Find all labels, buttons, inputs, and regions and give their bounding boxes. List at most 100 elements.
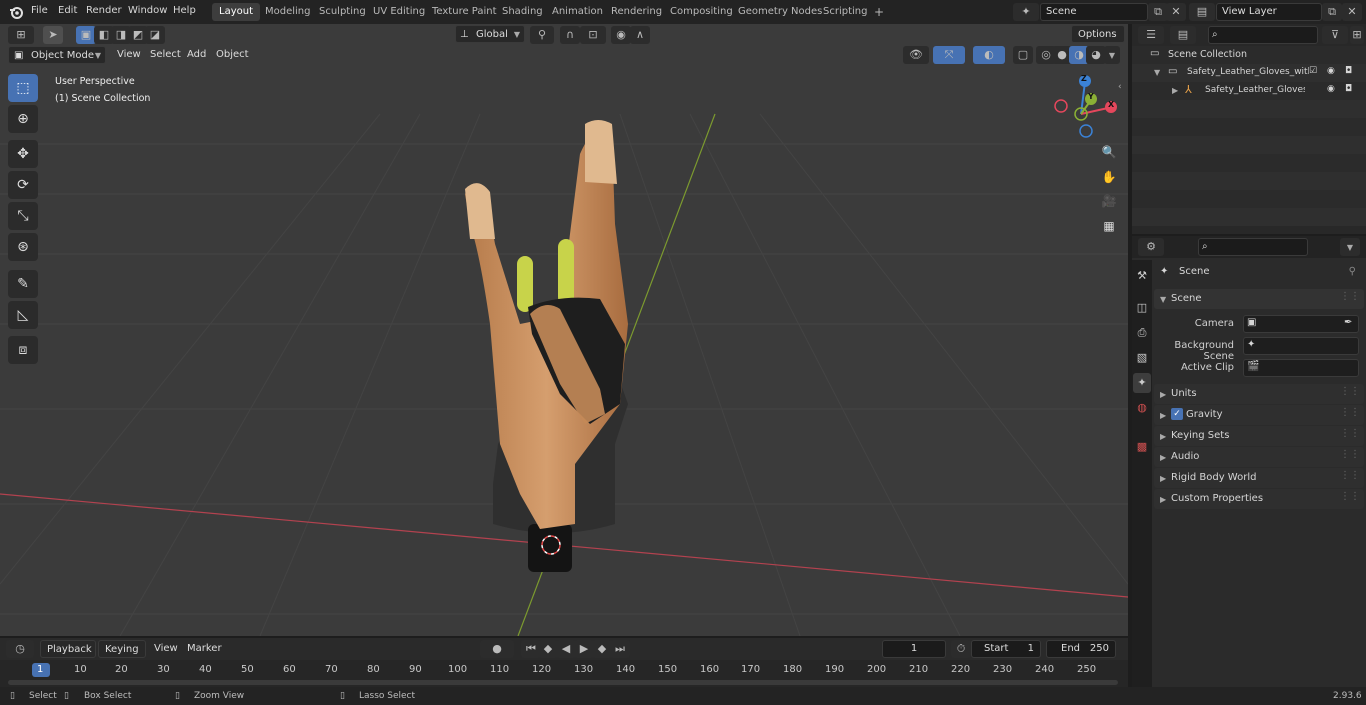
background-scene-field[interactable] xyxy=(1243,337,1359,355)
camera-small-icon[interactable]: ◘ xyxy=(1345,84,1352,94)
menu-edit[interactable]: Edit xyxy=(58,0,77,24)
tab-scene[interactable]: ✦ xyxy=(1133,373,1151,393)
drag-handle-icon[interactable]: ⋮⋮ xyxy=(1340,386,1360,397)
transform-orientation-dropdown[interactable]: ⊥ Global ▼ xyxy=(455,25,525,43)
tab-modeling[interactable]: Modeling xyxy=(258,3,318,21)
tab-texture-paint[interactable]: Texture Paint xyxy=(425,3,504,21)
scale-tool[interactable]: ⤡ xyxy=(8,202,38,230)
tab-uv-editing[interactable]: UV Editing xyxy=(366,3,432,21)
options-dropdown[interactable]: Options ▼ xyxy=(1071,25,1125,57)
shading-options-button[interactable]: ▼ xyxy=(1104,46,1120,64)
camera-field[interactable] xyxy=(1243,315,1359,333)
checkbox-icon[interactable]: ☑ xyxy=(1309,66,1317,76)
blender-icon[interactable] xyxy=(8,4,24,20)
view-layer-new-button[interactable]: ⧉ xyxy=(1322,3,1342,21)
pin-icon[interactable]: ⚲ xyxy=(1349,262,1356,282)
menu-render[interactable]: Render xyxy=(86,0,122,24)
end-frame-field[interactable]: End 250 xyxy=(1046,640,1116,658)
camera-view-button[interactable]: 🎥 xyxy=(1098,190,1120,212)
tab-sculpting[interactable]: Sculpting xyxy=(312,3,373,21)
gizmo-toggle[interactable]: ⤧ xyxy=(933,46,965,64)
section-custom-properties[interactable]: ▶ Custom Properties ⋮⋮ xyxy=(1154,489,1364,509)
playback-menu[interactable]: Playback ▼ xyxy=(40,640,96,672)
annotate-tool[interactable]: ✎ xyxy=(8,270,38,298)
tab-animation[interactable]: Animation xyxy=(545,3,610,21)
tab-view-layer[interactable]: ▧ xyxy=(1133,348,1151,368)
properties-options-button[interactable]: ▼ xyxy=(1340,238,1360,256)
outliner-search-input[interactable]: ⌕ xyxy=(1208,26,1318,44)
expand-icon[interactable]: ▶ xyxy=(1172,86,1178,95)
object-mode-dropdown[interactable]: ▣ Object Mode ▼ xyxy=(8,46,106,64)
view-layer-delete-button[interactable]: ✕ xyxy=(1342,3,1362,21)
outliner-row-root[interactable]: ▭ Scene Collection xyxy=(1132,46,1366,64)
play-button[interactable]: ▶ xyxy=(574,640,594,658)
tab-render[interactable]: ◫ xyxy=(1133,298,1151,318)
outliner-row-object[interactable]: ▶ ⅄ Safety_Leather_Gloves_v ◉ ◘ xyxy=(1132,82,1366,100)
keying-menu[interactable]: Keying ▼ xyxy=(98,640,146,672)
next-keyframe-button[interactable]: ◆ xyxy=(592,640,612,658)
tool-select-button[interactable]: ➤ xyxy=(43,26,63,44)
drag-handle-icon[interactable]: ⋮⋮ xyxy=(1340,449,1360,460)
view-layer-browse-button[interactable]: ▤ xyxy=(1189,3,1215,21)
scene-name-field[interactable]: Scene xyxy=(1040,3,1148,21)
eyedropper-icon[interactable]: ✒ xyxy=(1344,317,1352,328)
shading-rendered-button[interactable]: ◕ xyxy=(1086,46,1106,64)
filter-button[interactable]: ⊽ xyxy=(1322,26,1348,44)
timeline-menu-marker[interactable]: Marker xyxy=(181,640,228,658)
outliner-editor-type-button[interactable]: ☰ xyxy=(1138,26,1164,44)
ortho-toggle-button[interactable]: ▦ xyxy=(1098,215,1120,237)
drag-handle-icon[interactable]: ⋮⋮ xyxy=(1340,470,1360,481)
tab-geometry-nodes[interactable]: Geometry Nodes xyxy=(731,3,829,21)
xray-toggle[interactable]: ▢ xyxy=(1013,46,1033,64)
add-cube-tool[interactable]: ⧈ xyxy=(8,336,38,364)
eye-icon[interactable]: ◉ xyxy=(1327,66,1335,76)
menu-window[interactable]: Window xyxy=(128,0,167,24)
gravity-checkbox[interactable]: ✓ xyxy=(1171,408,1183,420)
tab-texture[interactable]: ▩ xyxy=(1133,437,1151,457)
tab-shading[interactable]: Shading xyxy=(495,3,550,21)
cursor-tool[interactable]: ⊕ xyxy=(8,105,38,133)
menu-help[interactable]: Help xyxy=(173,0,196,24)
drag-handle-icon[interactable]: ⋮⋮ xyxy=(1340,428,1360,439)
snap-toggle[interactable]: ∩ xyxy=(560,26,580,44)
overlay-toggle[interactable]: ◐ xyxy=(973,46,1005,64)
properties-editor-type-button[interactable]: ⚙ xyxy=(1138,238,1164,256)
tab-world[interactable]: ◍ xyxy=(1133,398,1151,418)
section-gravity[interactable]: ▶ ✓ Gravity ⋮⋮ xyxy=(1154,405,1364,425)
pan-view-button[interactable]: ✋ xyxy=(1098,166,1120,188)
tab-layout[interactable]: Layout xyxy=(212,3,260,21)
eye-icon[interactable]: ◉ xyxy=(1327,84,1335,94)
pivot-point-button[interactable]: ⚲ xyxy=(530,26,554,44)
timeline-scrollbar[interactable] xyxy=(8,680,1118,685)
measure-tool[interactable]: ◺ xyxy=(8,301,38,329)
drag-handle-icon[interactable]: ⋮⋮ xyxy=(1340,491,1360,502)
snap-target-button[interactable]: ⊡ xyxy=(580,26,606,44)
viewport-menu-object[interactable]: Object xyxy=(210,46,255,64)
start-frame-field[interactable]: Start 1 xyxy=(971,640,1041,658)
section-units[interactable]: ▶ Units ⋮⋮ xyxy=(1154,384,1364,404)
proportional-edit-toggle[interactable]: ◉ xyxy=(611,26,631,44)
rotate-tool[interactable]: ⟳ xyxy=(8,171,38,199)
select-mode-new-button[interactable]: ▣ xyxy=(76,26,96,44)
preview-range-toggle[interactable]: ⏱ xyxy=(951,640,971,658)
sidebar-toggle-icon[interactable]: ‹ xyxy=(1118,82,1122,92)
drag-handle-icon[interactable]: ⋮⋮ xyxy=(1340,291,1360,302)
scene-new-button[interactable]: ⧉ xyxy=(1148,3,1168,21)
tab-output[interactable]: ⎙ xyxy=(1133,323,1151,343)
tab-tool[interactable]: ⚒ xyxy=(1133,266,1151,286)
outliner-row-collection[interactable]: ▼ ▭ Safety_Leather_Gloves_with_ ☑ ◉ ◘ xyxy=(1132,64,1366,82)
menu-file[interactable]: File xyxy=(31,0,48,24)
tab-compositing[interactable]: Compositing xyxy=(663,3,740,21)
scene-delete-button[interactable]: ✕ xyxy=(1166,3,1186,21)
section-audio[interactable]: ▶ Audio ⋮⋮ xyxy=(1154,447,1364,467)
3d-viewport[interactable]: Z X Y ⊞ ➤ ▣ ◧ ◨ ◩ ◪ ⊥ Global ▼ ⚲ ∩ ⊡ ◉ ∧… xyxy=(0,24,1128,636)
viewport-menu-add[interactable]: Add xyxy=(181,46,212,64)
new-collection-button[interactable]: ⊞ xyxy=(1350,26,1364,44)
select-box-tool[interactable]: ⬚ xyxy=(8,74,38,102)
jump-end-button[interactable]: ⏭ xyxy=(610,640,630,658)
properties-search-input[interactable]: ⌕ xyxy=(1198,238,1308,256)
expand-icon[interactable]: ▼ xyxy=(1154,68,1160,77)
falloff-button[interactable]: ∧ xyxy=(630,26,650,44)
drag-handle-icon[interactable]: ⋮⋮ xyxy=(1340,407,1360,418)
view-layer-field[interactable]: View Layer xyxy=(1216,3,1322,21)
